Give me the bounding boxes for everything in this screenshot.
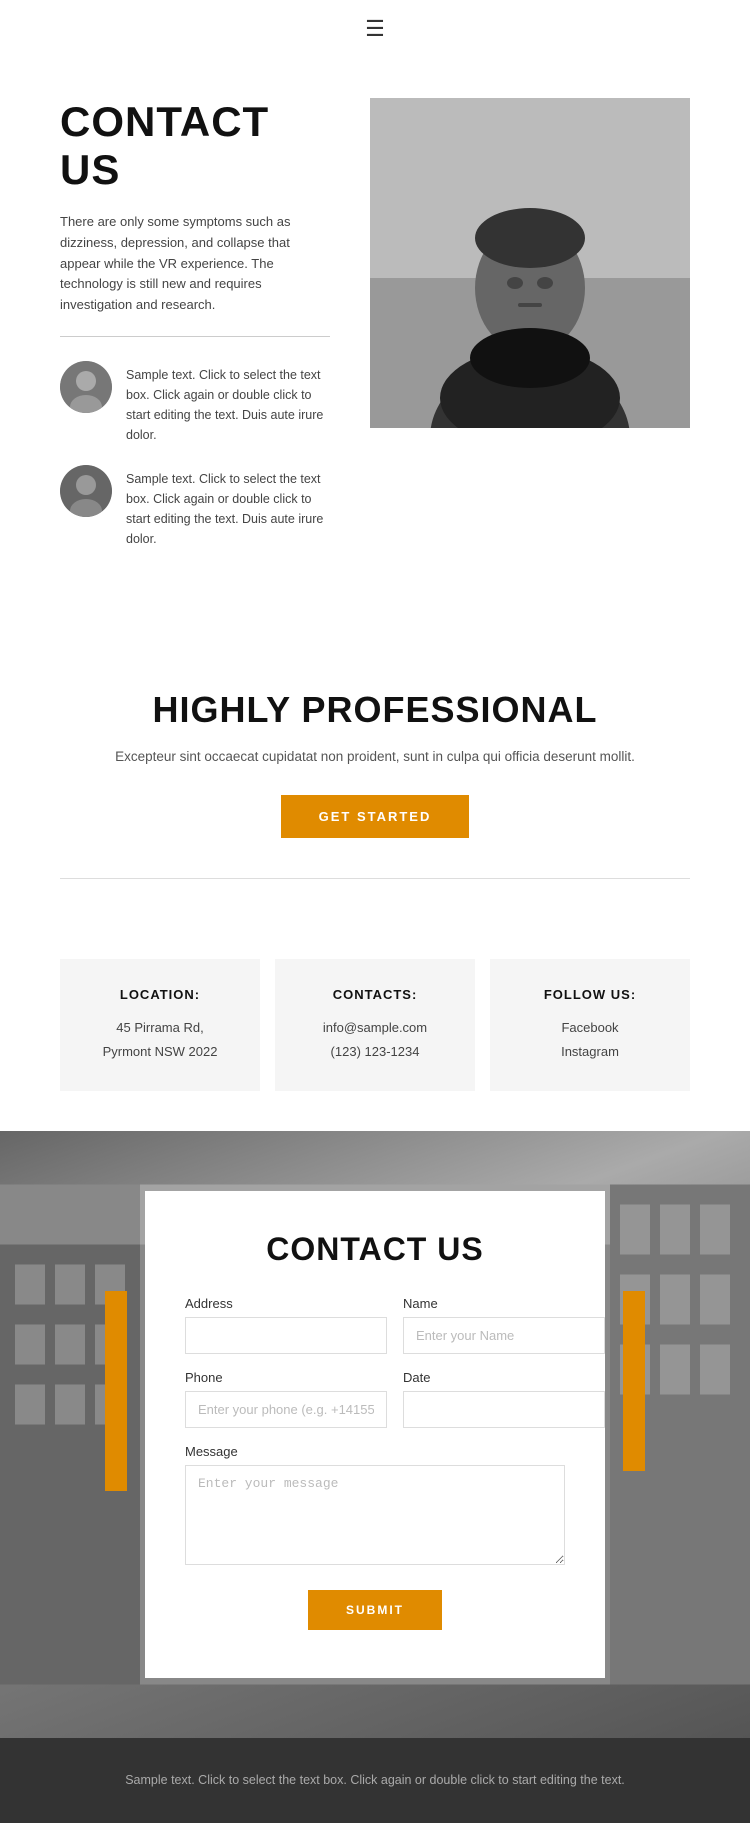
hero-photo-placeholder <box>370 98 690 428</box>
orange-bar-right <box>623 1291 645 1471</box>
info-boxes-section: LOCATION: 45 Pirrama Rd, Pyrmont NSW 202… <box>0 919 750 1131</box>
name-field-col: Name <box>403 1296 605 1354</box>
contact-form-card: CONTACT US Address Name Phone Date Messa… <box>145 1191 605 1678</box>
contact-hero-photo <box>370 98 690 428</box>
date-field-col: Date <box>403 1370 605 1428</box>
phone-field-col: Phone <box>185 1370 387 1428</box>
name-label: Name <box>403 1296 605 1311</box>
address-label: Address <box>185 1296 387 1311</box>
location-box-content: 45 Pirrama Rd, Pyrmont NSW 2022 <box>90 1016 230 1063</box>
contact-hero-section: CONTACT US There are only some symptoms … <box>0 58 750 629</box>
highly-professional-title: HIGHLY PROFESSIONAL <box>60 689 690 731</box>
contact-hero-title: CONTACT US <box>60 98 330 194</box>
name-input[interactable] <box>403 1317 605 1354</box>
highly-professional-subtitle: Excepteur sint occaecat cupidatat non pr… <box>60 747 690 767</box>
hamburger-icon[interactable]: ☰ <box>365 16 385 42</box>
contact-person-1-text: Sample text. Click to select the text bo… <box>126 361 330 445</box>
location-box: LOCATION: 45 Pirrama Rd, Pyrmont NSW 202… <box>60 959 260 1091</box>
follow-us-box-title: FOLLOW US: <box>520 987 660 1002</box>
location-box-title: LOCATION: <box>90 987 230 1002</box>
message-label: Message <box>185 1444 565 1459</box>
date-label: Date <box>403 1370 605 1385</box>
contact-hero-intro: There are only some symptoms such as diz… <box>60 212 330 316</box>
hero-photo-bw <box>370 98 690 428</box>
contact-person-2: Sample text. Click to select the text bo… <box>60 465 330 549</box>
contact-hero-left: CONTACT US There are only some symptoms … <box>60 98 330 569</box>
address-input[interactable] <box>185 1317 387 1354</box>
phone-input[interactable] <box>185 1391 387 1428</box>
message-textarea[interactable] <box>185 1465 565 1565</box>
contact-form-title: CONTACT US <box>185 1231 565 1268</box>
form-row-address-name: Address Name <box>185 1296 565 1354</box>
footer: Sample text. Click to select the text bo… <box>0 1738 750 1823</box>
divider <box>60 336 330 337</box>
avatar-1 <box>60 361 112 413</box>
avatar-2 <box>60 465 112 517</box>
section-divider <box>60 878 690 879</box>
highly-professional-section: HIGHLY PROFESSIONAL Excepteur sint occae… <box>0 629 750 919</box>
header: ☰ <box>0 0 750 58</box>
submit-button[interactable]: SUBMIT <box>308 1590 442 1630</box>
footer-text: Sample text. Click to select the text bo… <box>60 1770 690 1791</box>
follow-us-box-content: Facebook Instagram <box>520 1016 660 1063</box>
contact-person-1: Sample text. Click to select the text bo… <box>60 361 330 445</box>
contact-person-2-text: Sample text. Click to select the text bo… <box>126 465 330 549</box>
orange-bar-left <box>105 1291 127 1491</box>
contact-form-section: CONTACT US Address Name Phone Date Messa… <box>0 1131 750 1738</box>
get-started-button[interactable]: GET STARTED <box>281 795 470 838</box>
contacts-box-content: info@sample.com (123) 123-1234 <box>305 1016 445 1063</box>
form-row-phone-date: Phone Date <box>185 1370 565 1428</box>
phone-label: Phone <box>185 1370 387 1385</box>
contacts-box-title: CONTACTS: <box>305 987 445 1002</box>
address-field-col: Address <box>185 1296 387 1354</box>
contacts-box: CONTACTS: info@sample.com (123) 123-1234 <box>275 959 475 1091</box>
date-input[interactable] <box>403 1391 605 1428</box>
message-field-row: Message <box>185 1444 565 1570</box>
follow-us-box: FOLLOW US: Facebook Instagram <box>490 959 690 1091</box>
